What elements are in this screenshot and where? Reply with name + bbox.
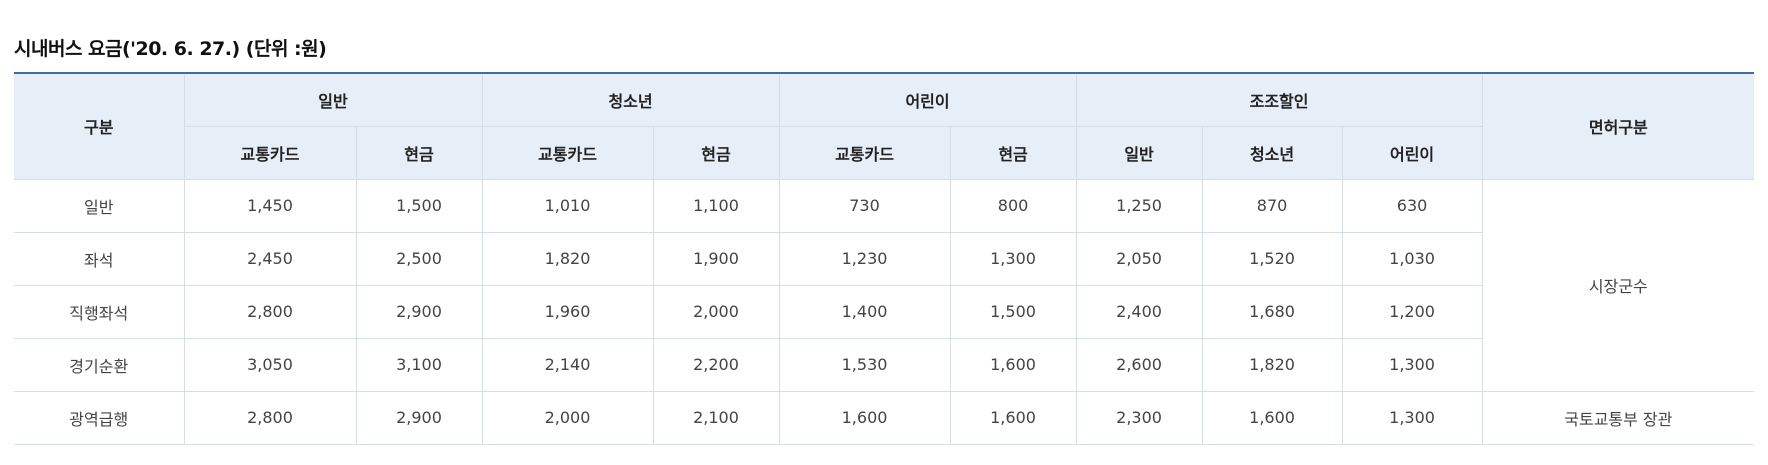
page: 시내버스 요금('20. 6. 27.) (단위 :원) 구분 일반 청소년 어… xyxy=(0,0,1768,465)
fare-cell: 3,050 xyxy=(183,337,357,392)
row-name: 경기순환 xyxy=(14,337,185,392)
fare-cell: 1,200 xyxy=(1341,284,1483,339)
fare-cell: 1,230 xyxy=(778,231,951,286)
header-group-youth: 청소년 xyxy=(481,72,780,127)
fare-cell: 1,680 xyxy=(1201,284,1343,339)
header-group-general: 일반 xyxy=(183,72,483,127)
fare-cell: 1,600 xyxy=(949,337,1077,392)
fare-cell: 2,900 xyxy=(355,390,483,445)
table-caption: 시내버스 요금('20. 6. 27.) (단위 :원) xyxy=(14,38,327,60)
fare-cell: 1,500 xyxy=(949,284,1077,339)
fare-cell: 1,400 xyxy=(778,284,951,339)
row-name: 좌석 xyxy=(14,231,185,286)
header-sub: 현금 xyxy=(652,125,780,180)
row-name: 직행좌석 xyxy=(14,284,185,339)
fare-cell: 730 xyxy=(778,178,951,233)
fare-cell: 2,800 xyxy=(183,390,357,445)
fare-cell: 2,300 xyxy=(1075,390,1203,445)
fare-cell: 1,530 xyxy=(778,337,951,392)
fare-cell: 2,600 xyxy=(1075,337,1203,392)
fare-cell: 1,820 xyxy=(1201,337,1343,392)
header-sub: 현금 xyxy=(949,125,1077,180)
fare-cell: 2,200 xyxy=(652,337,780,392)
fare-cell: 1,600 xyxy=(949,390,1077,445)
row-name: 광역급행 xyxy=(14,390,185,445)
header-sub: 교통카드 xyxy=(184,125,357,180)
fare-cell: 1,300 xyxy=(1341,337,1483,392)
fare-cell: 2,050 xyxy=(1075,231,1203,286)
fare-cell: 1,600 xyxy=(1201,390,1343,445)
fare-cell: 1,520 xyxy=(1201,231,1343,286)
fare-cell: 1,500 xyxy=(355,178,483,233)
fare-cell: 2,100 xyxy=(652,390,780,445)
header-row-groups: 구분 일반 청소년 어린이 조조할인 면허구분 xyxy=(14,72,1755,180)
license-cell-mayor: 시장군수 xyxy=(1481,178,1755,392)
fare-cell: 800 xyxy=(949,178,1077,233)
fare-cell: 630 xyxy=(1341,178,1483,233)
fare-cell: 2,450 xyxy=(183,231,357,286)
fare-cell: 2,800 xyxy=(183,284,357,339)
header-sub: 청소년 xyxy=(1201,125,1343,180)
header-sub: 교통카드 xyxy=(778,125,951,180)
fare-cell: 1,900 xyxy=(652,231,780,286)
fare-cell: 1,600 xyxy=(778,390,951,445)
fare-cell: 1,300 xyxy=(1341,390,1483,445)
table-row: 일반 1,450 1,500 1,010 1,100 730 800 1,250… xyxy=(14,178,1755,392)
fare-cell: 1,100 xyxy=(652,178,780,233)
fare-cell: 1,450 xyxy=(183,178,357,233)
header-sub: 현금 xyxy=(355,125,483,180)
license-cell-minister: 국토교통부 장관 xyxy=(1481,390,1755,445)
bus-fare-table: 구분 일반 청소년 어린이 조조할인 면허구분 교통카드 현금 교통카드 현금 … xyxy=(14,72,1755,445)
header-sub: 교통카드 xyxy=(481,125,654,180)
fare-cell: 2,140 xyxy=(481,337,654,392)
fare-cell: 2,000 xyxy=(481,390,654,445)
fare-cell: 1,010 xyxy=(481,178,654,233)
fare-cell: 1,300 xyxy=(949,231,1077,286)
header-sub: 일반 xyxy=(1075,125,1203,180)
row-name: 일반 xyxy=(14,178,185,233)
table-row: 광역급행 2,800 2,900 2,000 2,100 1,600 1,600… xyxy=(14,390,1755,445)
fare-cell: 1,250 xyxy=(1075,178,1203,233)
header-category: 구분 xyxy=(14,72,185,180)
fare-cell: 870 xyxy=(1201,178,1343,233)
fare-cell: 3,100 xyxy=(355,337,483,392)
fare-cell: 1,960 xyxy=(481,284,654,339)
header-group-early-discount: 조조할인 xyxy=(1075,72,1483,127)
header-sub: 어린이 xyxy=(1341,125,1483,180)
fare-cell: 2,000 xyxy=(652,284,780,339)
fare-cell: 2,900 xyxy=(355,284,483,339)
header-group-child: 어린이 xyxy=(778,72,1077,127)
header-license: 면허구분 xyxy=(1481,72,1755,180)
fare-cell: 2,400 xyxy=(1075,284,1203,339)
fare-cell: 1,030 xyxy=(1341,231,1483,286)
fare-cell: 1,820 xyxy=(481,231,654,286)
fare-cell: 2,500 xyxy=(355,231,483,286)
